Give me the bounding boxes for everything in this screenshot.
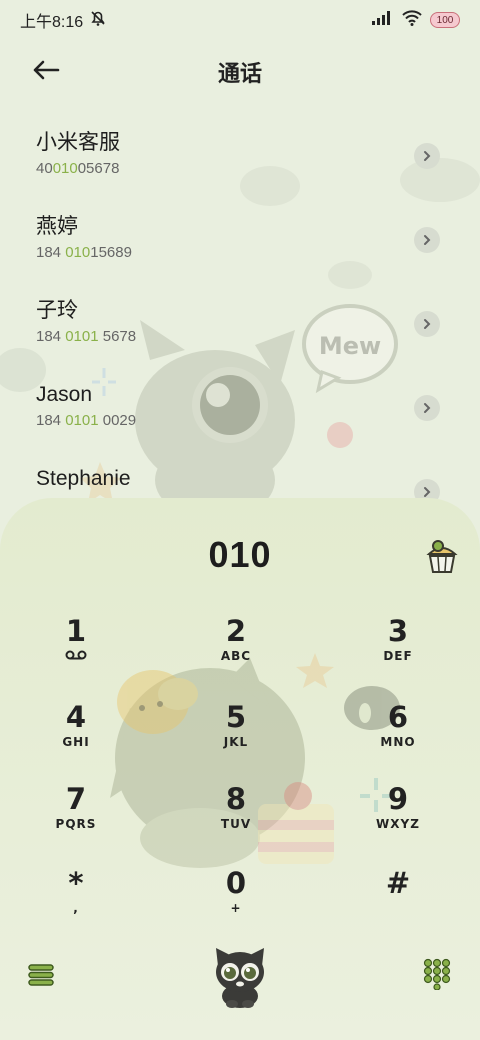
- status-icons: 100: [372, 10, 460, 30]
- status-bar: 上午8:16 100: [0, 0, 480, 40]
- key-8[interactable]: 8 TUV: [176, 782, 296, 852]
- keypad-grid-icon: [423, 958, 451, 991]
- key-9[interactable]: 9 WXYZ: [338, 782, 458, 852]
- contact-number: 4001005678: [36, 160, 120, 177]
- contact-row[interactable]: 子玲 184 0101 5678: [0, 286, 480, 370]
- contact-name: 子玲: [36, 299, 78, 322]
- key-digit: 8: [225, 782, 247, 816]
- contact-detail-button[interactable]: [414, 311, 440, 337]
- page-title: 通话: [217, 62, 262, 87]
- key-2[interactable]: 2 ABC: [176, 614, 296, 684]
- contact-name: 燕婷: [36, 215, 78, 238]
- status-time: 上午8:16: [20, 14, 84, 31]
- dialed-number: 010: [208, 534, 272, 575]
- key-digit: 3: [387, 614, 409, 648]
- key-digit: 6: [387, 700, 409, 734]
- dialer-bottom-bar: [0, 944, 480, 1014]
- wifi-icon: [402, 10, 422, 30]
- key-digit: 9: [387, 782, 409, 816]
- contact-row[interactable]: Jason 184 0101 0029: [0, 370, 480, 454]
- chevron-right-icon: [424, 151, 431, 161]
- key-letters: ABC: [220, 649, 252, 663]
- key-star[interactable]: * ,: [16, 866, 136, 936]
- key-digit: *: [68, 866, 84, 900]
- key-1[interactable]: 1: [16, 614, 136, 684]
- contact-name: Jason: [36, 383, 93, 406]
- key-letters: +: [230, 901, 242, 915]
- key-letters: MNO: [380, 735, 416, 749]
- key-letters: PQRS: [55, 817, 97, 831]
- cupcake-button[interactable]: [422, 536, 462, 576]
- key-digit: 0: [225, 866, 247, 900]
- chevron-right-icon: [424, 319, 431, 329]
- header: 通话: [0, 46, 480, 94]
- signal-icon: [372, 11, 394, 29]
- key-6[interactable]: 6 MNO: [338, 700, 458, 770]
- contact-name: Stephanie: [36, 467, 131, 490]
- dialer-panel: 010 1 2 ABC 3 DEF 4 GHI 5 JKL 6 MNO 7 PQ…: [0, 498, 480, 1040]
- key-letters: JKL: [223, 735, 249, 749]
- key-7[interactable]: 7 PQRS: [16, 782, 136, 852]
- chevron-right-icon: [424, 235, 431, 245]
- chevron-right-icon: [424, 487, 431, 497]
- call-button[interactable]: [210, 944, 270, 1010]
- key-letters: TUV: [220, 817, 252, 831]
- contact-list: 小米客服 4001005678 燕婷 184 01015689 子玲 184 0…: [0, 118, 480, 538]
- battery-indicator: 100: [430, 12, 460, 28]
- key-letters: ,: [73, 901, 79, 915]
- contact-detail-button[interactable]: [414, 143, 440, 169]
- key-digit: 2: [225, 614, 247, 648]
- cat-call-icon: [216, 948, 264, 1008]
- contact-number: 184 01015689: [36, 244, 132, 261]
- keypad-toggle-button[interactable]: [422, 958, 452, 991]
- contact-number: 184 0101 0029: [36, 412, 137, 429]
- key-hash[interactable]: #: [338, 866, 458, 936]
- key-letters: WXYZ: [376, 817, 420, 831]
- key-4[interactable]: 4 GHI: [16, 700, 136, 770]
- key-letters: DEF: [383, 649, 413, 663]
- contact-detail-button[interactable]: [414, 395, 440, 421]
- key-digit: 5: [225, 700, 247, 734]
- voicemail-icon: [16, 648, 136, 664]
- contact-row[interactable]: 燕婷 184 01015689: [0, 202, 480, 286]
- key-letters: GHI: [62, 735, 90, 749]
- key-0[interactable]: 0 +: [176, 866, 296, 936]
- contact-number: 184 0101 5678: [36, 328, 137, 345]
- contact-name: 小米客服: [36, 131, 120, 154]
- contact-detail-button[interactable]: [414, 227, 440, 253]
- contact-row[interactable]: 小米客服 4001005678: [0, 118, 480, 202]
- key-5[interactable]: 5 JKL: [176, 700, 296, 770]
- key-digit: 1: [65, 614, 87, 648]
- key-digit: 7: [65, 782, 87, 816]
- cupcake-icon: [426, 540, 458, 573]
- menu-icon: [28, 964, 54, 986]
- chevron-right-icon: [424, 403, 431, 413]
- mute-bell-icon: [89, 9, 107, 31]
- key-digit: 4: [65, 700, 87, 734]
- key-3[interactable]: 3 DEF: [338, 614, 458, 684]
- key-digit: #: [385, 866, 411, 900]
- menu-button[interactable]: [26, 960, 56, 990]
